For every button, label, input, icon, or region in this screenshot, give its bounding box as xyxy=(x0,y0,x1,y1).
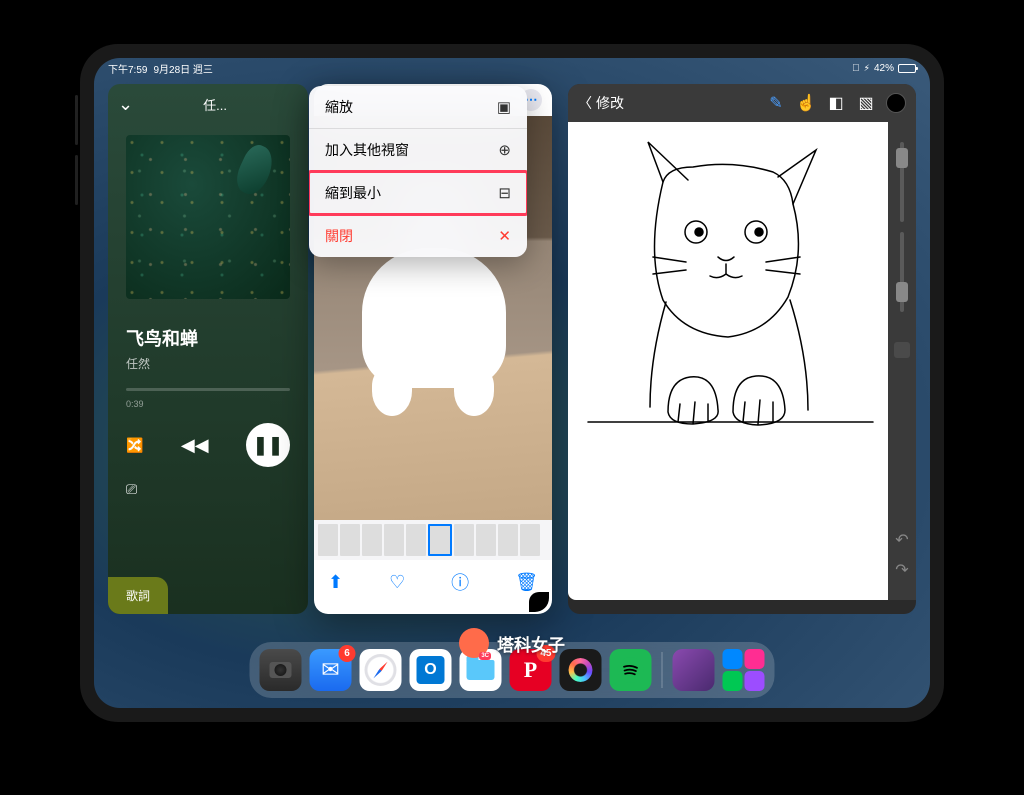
canvas[interactable] xyxy=(568,122,888,600)
menu-label: 縮放 xyxy=(325,97,353,117)
smudge-icon[interactable]: ☝ xyxy=(796,93,816,113)
add-window-icon: ⊕ xyxy=(498,141,511,159)
menu-item-zoom[interactable]: 縮放 ▣ xyxy=(309,86,527,129)
menu-label: 縮到最小 xyxy=(325,183,381,203)
status-bar: 下午7:59 9月28日 週三 􀙇 ⚡︎ 42% xyxy=(94,58,930,78)
fullscreen-icon: ▣ xyxy=(497,98,511,116)
brush-icon[interactable]: ✎ xyxy=(766,93,786,113)
chevron-down-icon[interactable]: ⌄ xyxy=(118,94,133,115)
cat-line-drawing xyxy=(568,122,888,592)
previous-button[interactable]: ◀◀ xyxy=(181,435,209,456)
battery-icon xyxy=(898,64,916,73)
procreate-panel: 〈 修改 ✎ ☝ ◧ ▧ xyxy=(568,84,916,614)
thumbnail-strip[interactable] xyxy=(314,520,552,560)
minimize-icon: ⊟ xyxy=(498,184,511,202)
dock-mail[interactable]: ✉︎6 xyxy=(310,649,352,691)
shuffle-button[interactable]: 🔀 xyxy=(126,437,143,454)
menu-label: 關閉 xyxy=(325,226,353,246)
status-time: 下午7:59 xyxy=(108,61,147,76)
status-date: 9月28日 週三 xyxy=(153,61,212,76)
undo-icon[interactable]: ↶ xyxy=(895,530,908,550)
info-icon[interactable]: ⓘ xyxy=(451,569,469,595)
album-artwork[interactable] xyxy=(126,135,290,299)
watermark-text: 塔科女子 xyxy=(497,631,565,656)
dock-camera[interactable] xyxy=(260,649,302,691)
song-title: 飞鸟和蝉 xyxy=(126,325,290,351)
slideover-handle[interactable] xyxy=(529,592,549,612)
watermark: 塔科女子 xyxy=(459,628,565,658)
music-app-panel: ⌄ 任... 飞鸟和蝉 任然 0:39 🔀 ◀◀ ❚❚ ⎚ 歌詞 xyxy=(108,84,308,614)
song-artist[interactable]: 任然 xyxy=(126,355,290,372)
bolt-icon: ⚡︎ xyxy=(864,63,870,74)
music-header-title: 任... xyxy=(203,95,227,114)
ipad-device: 下午7:59 9月28日 週三 􀙇 ⚡︎ 42% ⌄ 任... 飞鸟和蝉 任然 … xyxy=(80,44,944,722)
multitasking-menu: 縮放 ▣ 加入其他視窗 ⊕ 縮到最小 ⊟ 關閉 ✕ xyxy=(309,86,527,257)
side-panel: ↶ ↷ xyxy=(888,122,916,600)
heart-icon[interactable]: ♡ xyxy=(389,572,405,593)
dock-safari[interactable] xyxy=(360,649,402,691)
screen: 下午7:59 9月28日 週三 􀙇 ⚡︎ 42% ⌄ 任... 飞鸟和蝉 任然 … xyxy=(94,58,930,708)
procreate-toolbar: 〈 修改 ✎ ☝ ◧ ▧ xyxy=(568,84,916,122)
share-icon[interactable]: ⬆︎ xyxy=(328,572,343,593)
layers-icon[interactable]: ▧ xyxy=(856,93,876,113)
menu-item-close[interactable]: 關閉 ✕ xyxy=(309,215,527,257)
dock-recent-app[interactable] xyxy=(673,649,715,691)
eraser-icon[interactable]: ◧ xyxy=(826,93,846,113)
mail-badge: 6 xyxy=(339,645,356,662)
watermark-avatar xyxy=(459,628,489,658)
modify-button[interactable] xyxy=(894,342,910,358)
pause-button[interactable]: ❚❚ xyxy=(246,423,290,467)
dock-app-library[interactable] xyxy=(723,649,765,691)
redo-icon[interactable]: ↷ xyxy=(895,560,908,580)
opacity-slider[interactable] xyxy=(900,232,904,312)
back-button[interactable]: 〈 修改 xyxy=(578,93,624,113)
dock-outlook[interactable]: O xyxy=(410,649,452,691)
trash-icon[interactable]: 🗑 xyxy=(515,572,538,593)
time-elapsed: 0:39 xyxy=(126,399,144,409)
dock-procreate[interactable] xyxy=(560,649,602,691)
output-device-icon[interactable]: ⎚ xyxy=(108,481,308,498)
dock-spotify[interactable] xyxy=(610,649,652,691)
close-icon: ✕ xyxy=(498,227,511,245)
battery-pct: 42% xyxy=(874,63,894,74)
menu-item-add-window[interactable]: 加入其他視窗 ⊕ xyxy=(309,129,527,172)
color-picker[interactable] xyxy=(886,93,906,113)
brush-size-slider[interactable] xyxy=(900,142,904,222)
playback-progress[interactable] xyxy=(126,388,290,391)
wifi-icon: 􀙇 xyxy=(852,63,860,74)
menu-label: 加入其他視窗 xyxy=(325,140,409,160)
lyrics-tab[interactable]: 歌詞 xyxy=(108,577,168,614)
menu-item-minimize[interactable]: 縮到最小 ⊟ xyxy=(309,172,527,215)
